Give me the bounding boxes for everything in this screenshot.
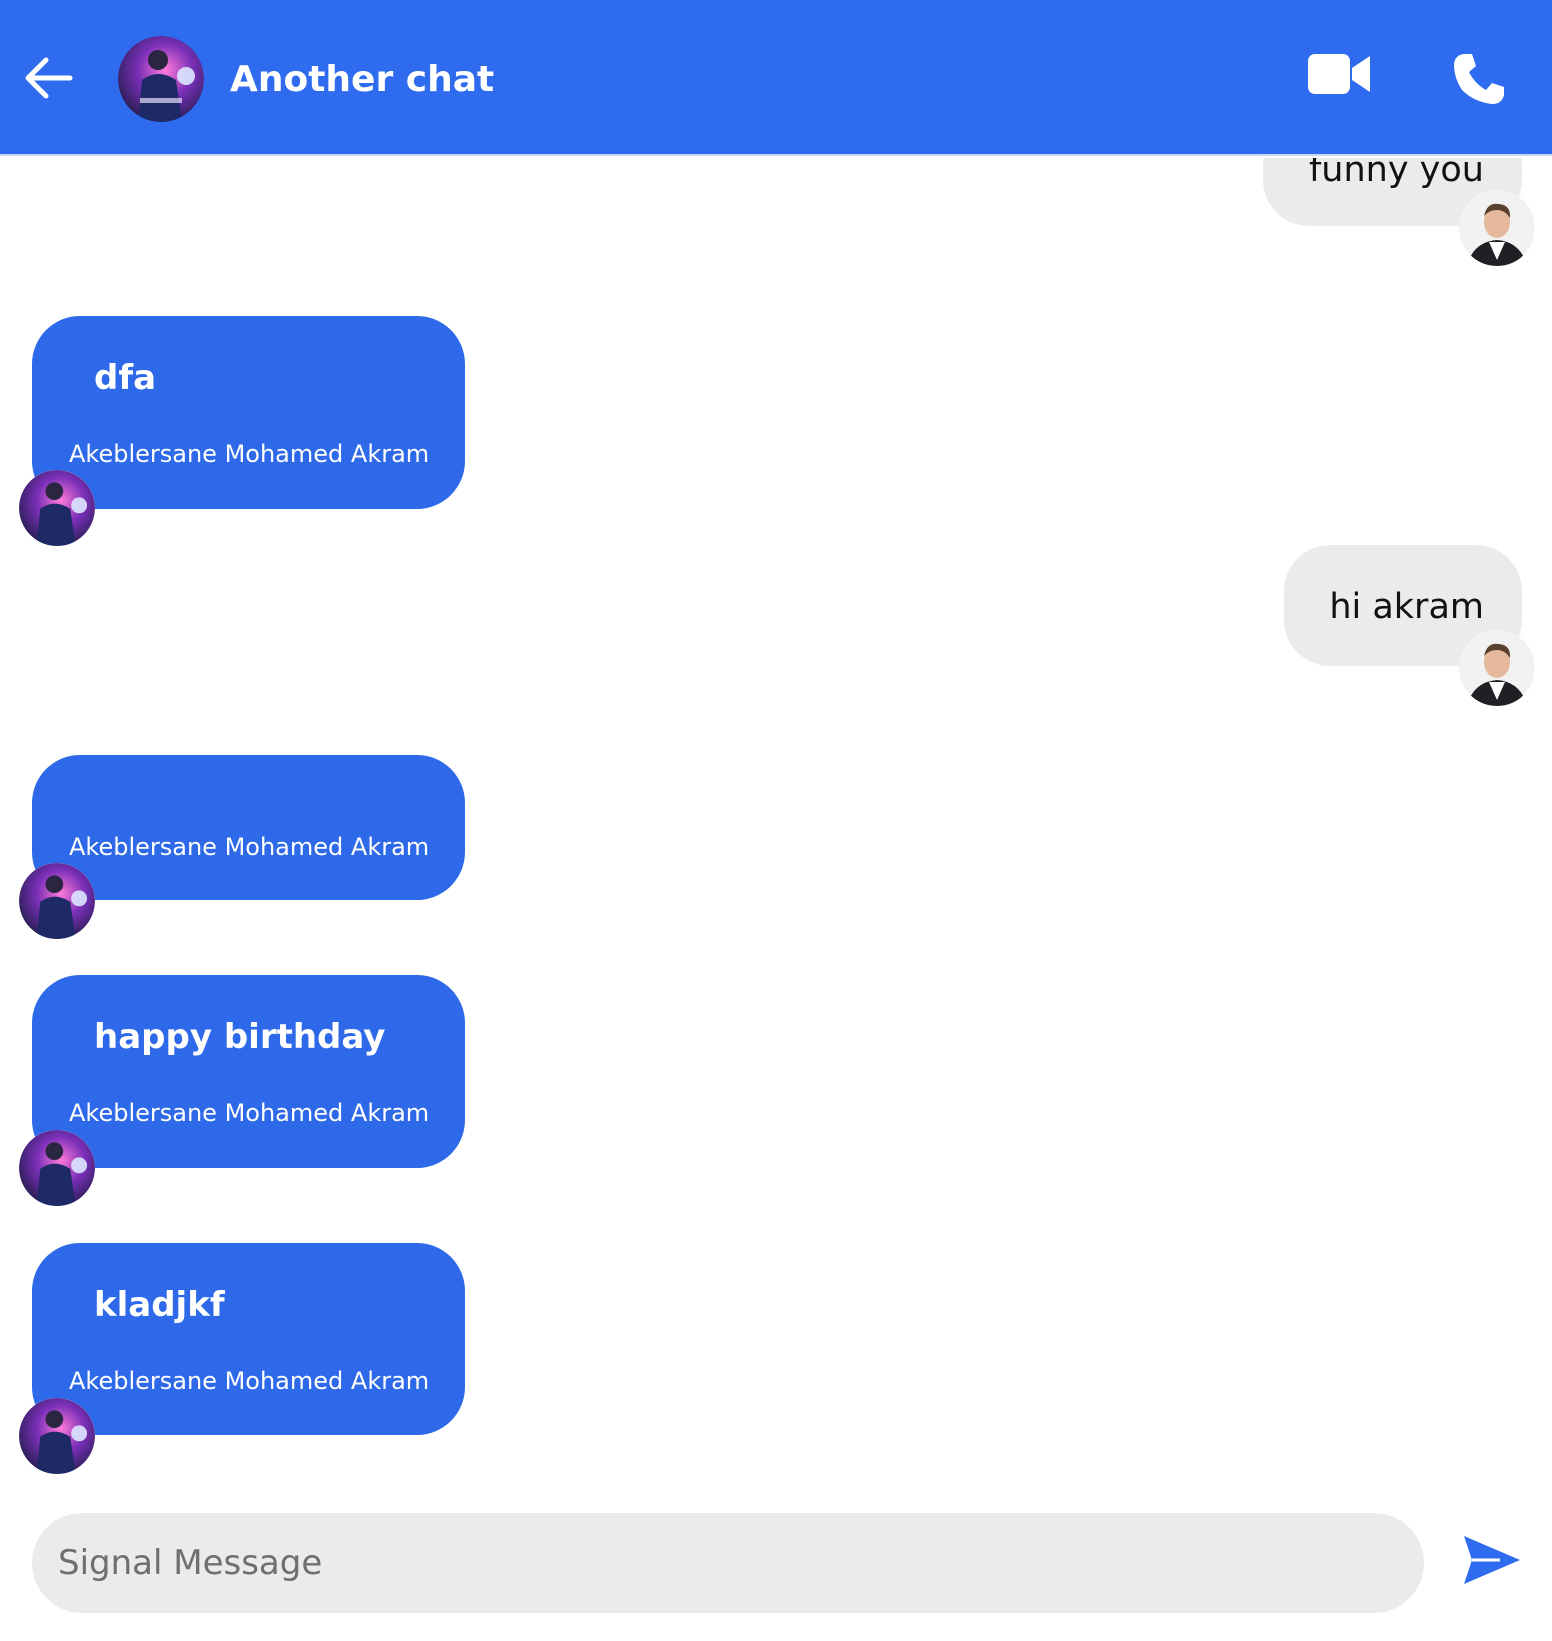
back-button[interactable] bbox=[20, 52, 76, 104]
message-text: happy birthday bbox=[94, 1017, 386, 1057]
send-icon bbox=[1464, 1536, 1520, 1584]
message-list[interactable]: funny you dfa Akeblersane Mohamed Akram bbox=[0, 158, 1552, 1498]
my-avatar bbox=[1459, 190, 1535, 266]
contact-avatar[interactable] bbox=[118, 36, 204, 122]
sender-name: Akeblersane Mohamed Akram bbox=[69, 440, 430, 468]
incoming-message[interactable]: Akeblersane Mohamed Akram bbox=[32, 755, 465, 900]
chat-header: Another chat bbox=[0, 0, 1552, 156]
sender-name: Akeblersane Mohamed Akram bbox=[69, 1099, 430, 1127]
message-input[interactable] bbox=[32, 1513, 1424, 1613]
sender-avatar bbox=[19, 1130, 95, 1206]
send-button[interactable] bbox=[1460, 1530, 1524, 1590]
phone-icon bbox=[1454, 54, 1504, 104]
voice-call-button[interactable] bbox=[1450, 50, 1508, 108]
sender-avatar bbox=[19, 863, 95, 939]
incoming-message[interactable]: kladjkf Akeblersane Mohamed Akram bbox=[32, 1243, 465, 1435]
message-text: kladjkf bbox=[94, 1285, 225, 1325]
sender-name: Akeblersane Mohamed Akram bbox=[69, 1367, 430, 1395]
message-text: dfa bbox=[94, 358, 157, 398]
my-avatar bbox=[1459, 630, 1535, 706]
chat-title: Another chat bbox=[230, 59, 495, 100]
arrow-left-icon bbox=[25, 57, 73, 99]
incoming-message[interactable]: dfa Akeblersane Mohamed Akram bbox=[32, 316, 465, 509]
incoming-message[interactable]: happy birthday Akeblersane Mohamed Akram bbox=[32, 975, 465, 1168]
message-text: funny you bbox=[1308, 158, 1484, 190]
video-camera-icon bbox=[1308, 54, 1370, 94]
video-call-button[interactable] bbox=[1306, 50, 1372, 98]
sender-name: Akeblersane Mohamed Akram bbox=[69, 833, 430, 861]
sender-avatar bbox=[19, 1398, 95, 1474]
message-text: hi akram bbox=[1329, 587, 1484, 627]
sender-avatar bbox=[19, 470, 95, 546]
